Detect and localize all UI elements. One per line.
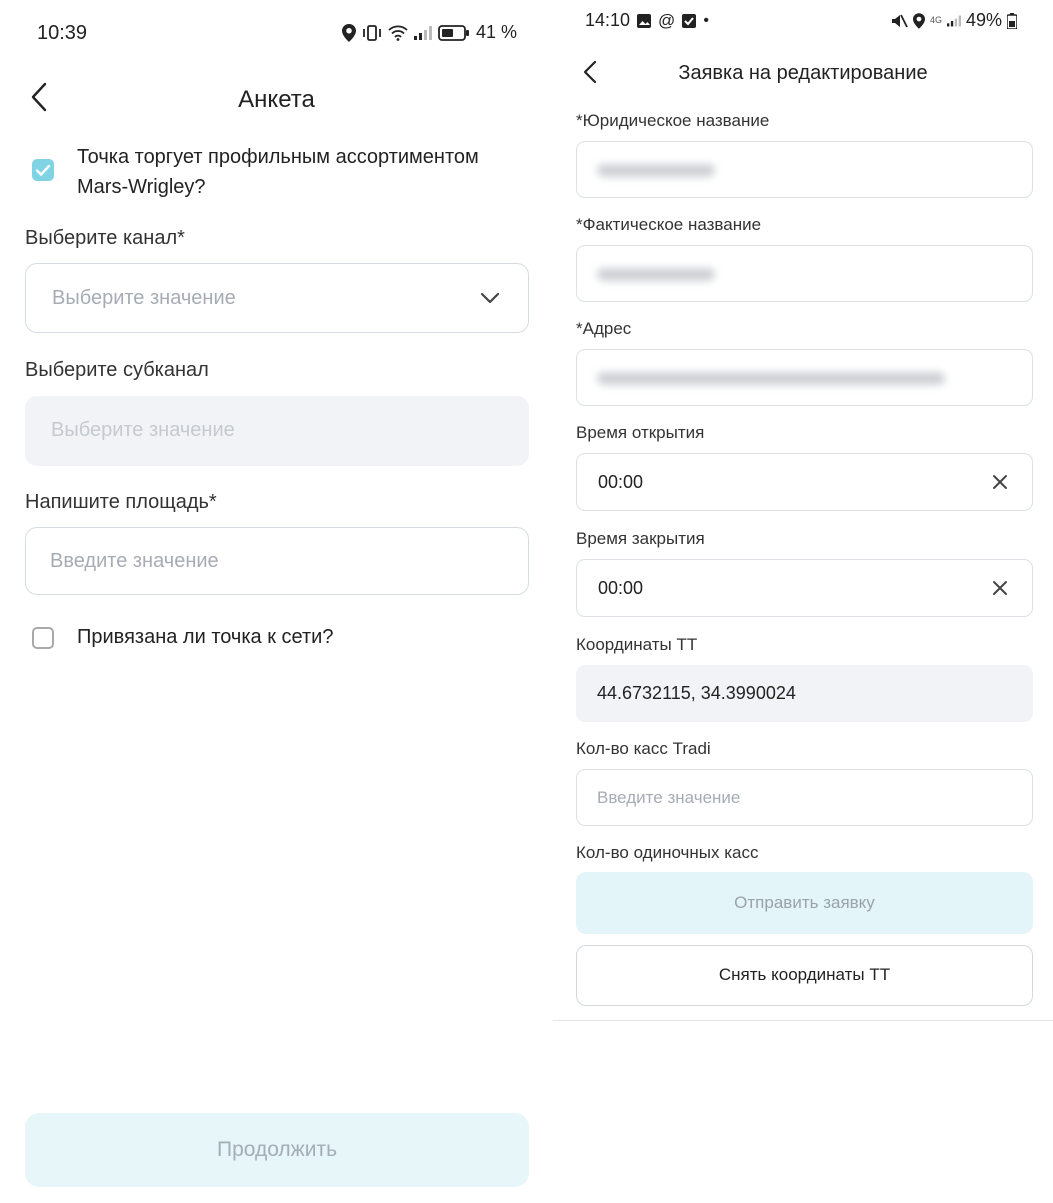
subchannel-label: Выберите субканал — [25, 359, 209, 381]
battery-icon — [438, 24, 470, 41]
registers-tradi-input[interactable]: Введите значение — [576, 769, 1033, 826]
left-screen: 10:39 41 % Анкета Точка торгует профильн… — [0, 0, 553, 1203]
subchannel-placeholder: Выберите значение — [51, 419, 235, 441]
legal-name-label: *Юридическое название — [576, 111, 770, 130]
mars-assortment-label: Точка торгует профильным ассортиментом M… — [77, 146, 479, 198]
clear-open-time-button[interactable] — [992, 474, 1008, 490]
signal-icon — [414, 25, 432, 40]
task-icon — [681, 13, 697, 29]
continue-button[interactable]: Продолжить — [25, 1113, 529, 1187]
coords-value: 44.6732115, 34.3990024 — [597, 683, 796, 703]
network-label: Привязана ли точка к сети? — [77, 626, 334, 648]
open-time-value: 00:00 — [598, 472, 644, 492]
status-time: 10:39 — [37, 22, 88, 44]
mars-assortment-checkbox[interactable] — [32, 159, 54, 181]
mute-icon — [890, 13, 908, 29]
close-icon — [993, 581, 1007, 595]
registers-single-label: Кол-во одиночных касс — [576, 843, 759, 862]
channel-label: Выберите канал* — [25, 227, 185, 249]
address-label: *Адрес — [576, 319, 632, 338]
legal-name-input[interactable] — [576, 141, 1033, 198]
page-title: Заявка на редактирование — [678, 62, 928, 84]
vibrate-icon — [362, 24, 382, 41]
coords-label: Координаты ТТ — [576, 635, 698, 654]
registers-tradi-placeholder: Введите значение — [597, 788, 741, 807]
registers-tradi-label: Кол-во касс Tradi — [576, 739, 711, 758]
right-screen: 14:10 @ • 4G 49% Заявка на редактировани… — [553, 0, 1053, 1021]
channel-placeholder: Выберите значение — [52, 287, 236, 309]
gallery-icon — [636, 13, 652, 29]
status-icons: 41 % — [342, 22, 517, 43]
network-4g-icon: 4G — [930, 15, 943, 25]
status-right: 4G 49% — [890, 10, 1018, 31]
dot-icon: • — [703, 11, 709, 29]
status-time: 14:10 — [585, 10, 631, 30]
location-icon — [342, 23, 356, 42]
open-time-input[interactable]: 00:00 — [576, 453, 1033, 511]
battery-percent: 49% — [966, 10, 1003, 30]
signal-icon — [947, 15, 962, 27]
redacted-value — [597, 268, 715, 281]
status-left: 14:10 @ • — [585, 10, 709, 31]
open-time-label: Время открытия — [576, 423, 705, 442]
actual-name-input[interactable] — [576, 245, 1033, 302]
wifi-icon — [388, 25, 408, 41]
redacted-value — [597, 164, 715, 177]
clear-close-time-button[interactable] — [992, 580, 1008, 596]
battery-icon — [1007, 12, 1018, 29]
submit-request-button[interactable]: Отправить заявку — [576, 872, 1033, 934]
redacted-value — [597, 372, 945, 385]
location-icon — [913, 12, 925, 29]
actual-name-label: *Фактическое название — [576, 215, 762, 234]
address-input[interactable] — [576, 349, 1033, 406]
close-time-label: Время закрытия — [576, 529, 705, 548]
close-icon — [993, 475, 1007, 489]
close-time-input[interactable]: 00:00 — [576, 559, 1033, 617]
check-icon — [35, 164, 51, 176]
coords-field: 44.6732115, 34.3990024 — [576, 665, 1033, 722]
close-time-value: 00:00 — [598, 578, 644, 598]
area-input[interactable]: Введите значение — [25, 527, 529, 595]
area-placeholder: Введите значение — [50, 550, 219, 572]
area-label: Напишите площадь* — [25, 491, 217, 513]
take-coords-button[interactable]: Снять координаты ТТ — [576, 945, 1033, 1006]
chevron-down-icon — [480, 291, 500, 305]
network-checkbox[interactable] — [32, 627, 54, 649]
at-icon: @ — [658, 10, 676, 30]
channel-select[interactable]: Выберите значение — [25, 263, 529, 333]
page-title: Анкета — [238, 86, 315, 113]
subchannel-select[interactable]: Выберите значение — [25, 396, 529, 466]
battery-percent: 41 % — [476, 22, 518, 42]
